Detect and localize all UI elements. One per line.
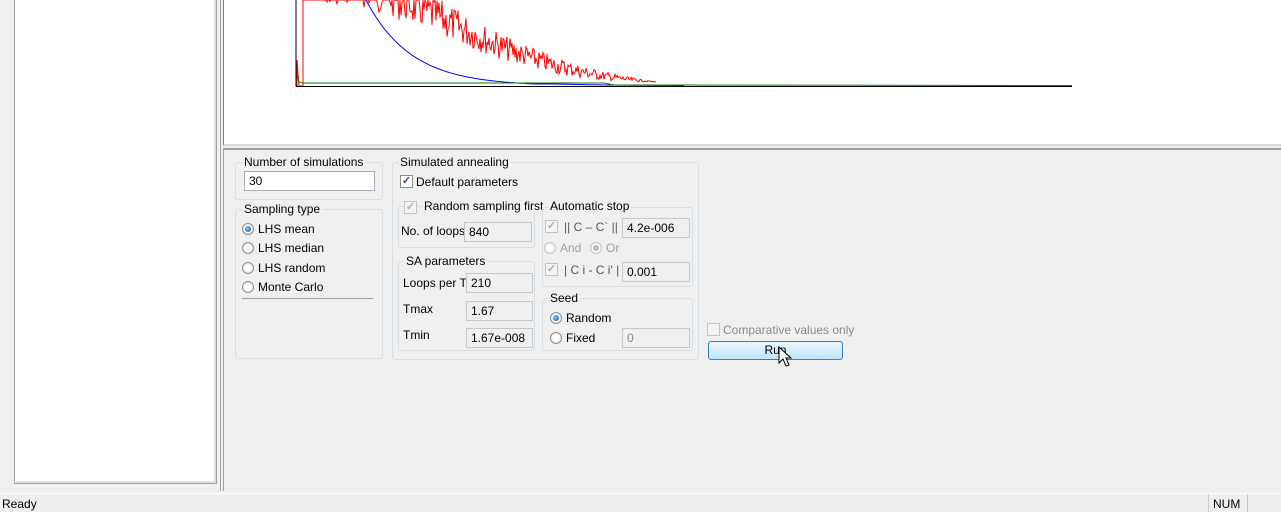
c-diff-input[interactable]: 0.001 <box>622 262 690 282</box>
c-norm-label: || C – C` || < <box>564 220 629 234</box>
loops-per-t-input[interactable]: 210 <box>466 273 533 293</box>
c-diff-label: | C i - C i' | < <box>564 263 630 277</box>
num-lock-indicator: NUM <box>1208 494 1248 512</box>
no-of-loops-label: No. of loops <box>401 224 466 238</box>
seed-fixed-label: Fixed <box>566 331 596 345</box>
status-text: Ready <box>2 497 37 511</box>
radio-label: LHS random <box>258 261 326 275</box>
red-series-line <box>296 0 656 87</box>
left-panel <box>0 0 221 491</box>
no-of-loops-input[interactable]: 840 <box>464 222 532 242</box>
c-norm-checkbox[interactable]: ✓ <box>545 220 558 233</box>
num-lock-text: NUM <box>1213 497 1241 511</box>
comparative-values-checkbox[interactable] <box>707 323 720 336</box>
item-list[interactable] <box>14 0 217 484</box>
convergence-chart <box>295 0 1073 87</box>
c-diff-checkbox[interactable]: ✓ <box>545 263 558 276</box>
chart-area <box>223 0 1281 146</box>
loops-per-t-label: Loops per T <box>403 276 467 290</box>
radio-lhs-mean[interactable] <box>242 223 254 235</box>
random-sampling-label: Random sampling first <box>422 199 546 213</box>
and-label: And <box>560 241 582 255</box>
radio-or[interactable] <box>590 242 602 254</box>
random-sampling-checkbox[interactable]: ✓ <box>404 201 417 214</box>
radio-lhs-median[interactable] <box>242 242 254 254</box>
radio-seed-fixed[interactable] <box>550 332 562 344</box>
tmax-label: Tmax <box>403 302 433 316</box>
simulated-annealing-label: Simulated annealing <box>398 155 511 169</box>
divider <box>242 298 373 299</box>
comparative-values-label: Comparative values only <box>723 323 855 337</box>
tmin-input[interactable]: 1.67e-008 <box>466 328 533 348</box>
green-series-line <box>295 30 1073 86</box>
radio-label: LHS median <box>258 241 325 255</box>
radio-label: LHS mean <box>258 222 315 236</box>
radio-lhs-random[interactable] <box>242 262 254 274</box>
sa-parameters-label: SA parameters <box>404 254 488 268</box>
seed-random-label: Random <box>566 311 612 325</box>
sampling-type-label: Sampling type <box>242 202 323 216</box>
automatic-stop-label: Automatic stop <box>548 199 632 213</box>
tmin-label: Tmin <box>403 328 430 342</box>
or-label: Or <box>606 241 620 255</box>
number-of-simulations-label: Number of simulations <box>242 155 366 169</box>
seed-fixed-input[interactable]: 0 <box>622 328 690 348</box>
mouse-cursor-icon <box>778 346 792 367</box>
radio-monte-carlo[interactable] <box>242 281 254 293</box>
tmax-input[interactable]: 1.67 <box>466 301 533 321</box>
c-norm-input[interactable]: 4.2e-006 <box>622 218 690 238</box>
default-parameters-checkbox[interactable]: ✓ <box>400 175 413 188</box>
radio-label: Monte Carlo <box>258 280 324 294</box>
radio-and[interactable] <box>544 242 556 254</box>
run-button[interactable]: Run <box>708 341 843 360</box>
status-bar: Ready NUM <box>0 493 1281 512</box>
seed-label: Seed <box>548 291 581 305</box>
default-parameters-label: Default parameters <box>416 175 519 189</box>
number-of-simulations-input[interactable]: 30 <box>244 171 375 191</box>
radio-seed-random[interactable] <box>550 312 562 324</box>
